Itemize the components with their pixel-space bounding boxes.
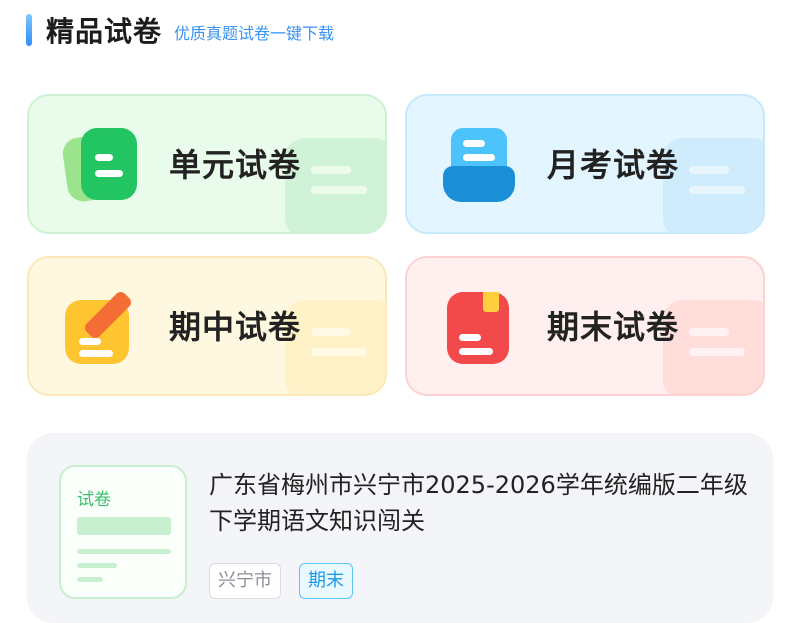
midterm-exam-card[interactable]: 期中试卷	[27, 256, 387, 396]
term-tag: 期末	[299, 563, 353, 599]
card-label: 期中试卷	[169, 308, 302, 346]
thumbnail-bar	[77, 517, 171, 535]
section-subtitle: 优质真题试卷一键下载	[174, 24, 335, 43]
thumbnail-label: 试卷	[77, 490, 111, 510]
document-icon	[60, 128, 137, 204]
pencil-note-icon	[65, 289, 137, 366]
monthly-exam-card[interactable]: 月考试卷	[405, 94, 765, 234]
paper-thumbnail: 试卷	[59, 465, 187, 599]
unit-exam-card[interactable]: 单元试卷	[27, 94, 387, 234]
card-label: 单元试卷	[169, 146, 302, 184]
thumbnail-line	[77, 577, 103, 582]
header-accent-bar	[26, 14, 32, 46]
thumbnail-line	[77, 563, 117, 568]
region-tag: 兴宁市	[209, 563, 281, 599]
final-exam-card[interactable]: 期末试卷	[405, 256, 765, 396]
inbox-tray-icon	[443, 128, 515, 204]
card-label: 期末试卷	[547, 308, 680, 346]
card-label: 月考试卷	[547, 146, 680, 184]
paper-title[interactable]: 广东省梅州市兴宁市2025-2026学年统编版二年级下学期语文知识闯关	[209, 467, 759, 539]
bookmark-book-icon	[443, 290, 515, 366]
section-header: 精品试卷 优质真题试卷一键下载	[26, 12, 334, 48]
section-title: 精品试卷	[46, 15, 163, 48]
thumbnail-line	[77, 549, 171, 554]
paper-list-item[interactable]: 试卷 广东省梅州市兴宁市2025-2026学年统编版二年级下学期语文知识闯关 兴…	[27, 433, 773, 623]
